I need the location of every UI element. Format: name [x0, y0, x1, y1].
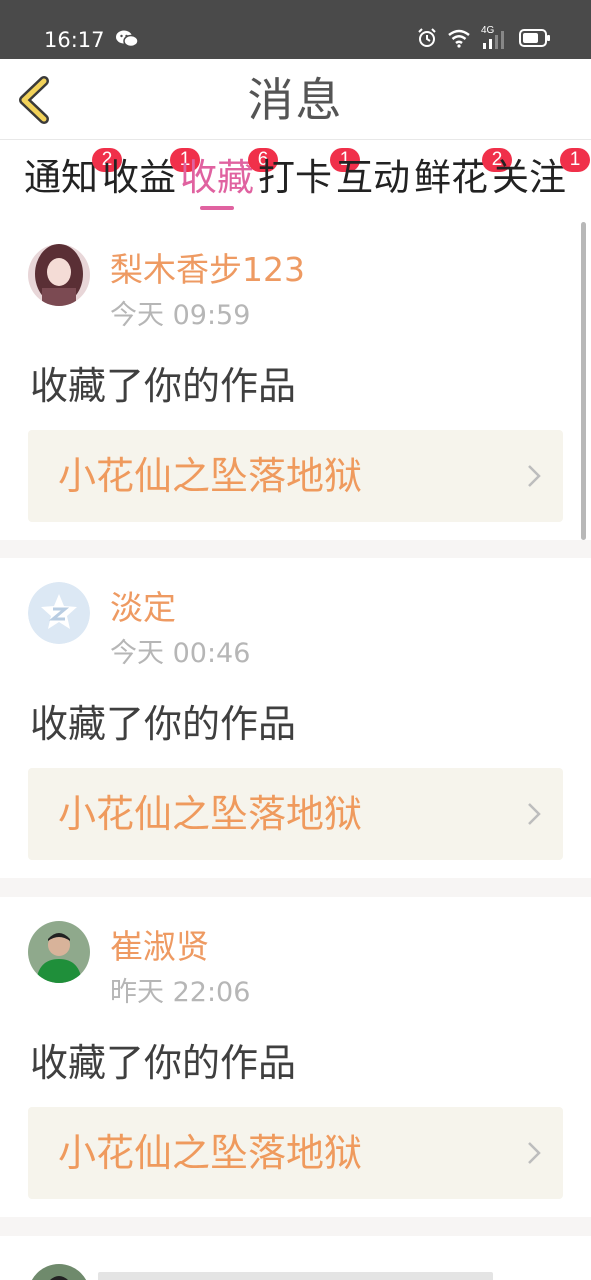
message-card: 梨木香步123 今天 09:59 收藏了你的作品 小花仙之坠落地狱 [0, 220, 591, 540]
avatar[interactable] [28, 582, 90, 644]
chevron-right-icon [528, 803, 541, 825]
work-title: 小花仙之坠落地狱 [58, 1131, 363, 1175]
timestamp: 今天 00:46 [110, 638, 251, 669]
message-card: 淡定 今天 00:46 收藏了你的作品 小花仙之坠落地狱 [0, 558, 591, 878]
timestamp: 今天 09:59 [110, 300, 251, 331]
action-text: 收藏了你的作品 [30, 1041, 297, 1085]
alarm-icon [417, 28, 437, 52]
tab-label: 收益 [102, 156, 176, 199]
page-title: 消息 [247, 73, 344, 127]
chevron-right-icon [528, 465, 541, 487]
tab-label: 关注 [492, 156, 566, 199]
tab-label: 鲜花 [414, 156, 488, 199]
tab-interactions[interactable]: 互动 [336, 156, 410, 218]
tab-label: 通知 [24, 156, 98, 199]
message-card-partial [0, 1236, 591, 1280]
tab-favorites[interactable]: 6 收藏 [180, 148, 278, 218]
tabs-bar: 2 通知 1 收益 6 收藏 1 打卡 互动 2 鲜花 1 关注 [0, 140, 591, 220]
wechat-icon [116, 29, 139, 53]
cellular-signal-icon: 4G [481, 25, 509, 51]
tab-label: 打卡 [258, 156, 332, 199]
work-title: 小花仙之坠落地狱 [58, 454, 363, 498]
work-link[interactable]: 小花仙之坠落地狱 [28, 1107, 563, 1199]
username[interactable]: 崔淑贤 [110, 927, 209, 967]
avatar[interactable] [28, 244, 90, 306]
loading-placeholder [98, 1272, 493, 1280]
tab-badge: 1 [560, 148, 590, 172]
tab-label: 互动 [336, 156, 410, 199]
work-link[interactable]: 小花仙之坠落地狱 [28, 430, 563, 522]
status-icons: 4G [417, 25, 551, 53]
username[interactable]: 淡定 [110, 588, 176, 628]
tab-earnings[interactable]: 1 收益 [102, 148, 200, 218]
avatar[interactable] [28, 921, 90, 983]
tab-following[interactable]: 1 关注 [492, 148, 590, 218]
tab-label: 收藏 [180, 156, 254, 199]
avatar[interactable] [28, 1264, 90, 1280]
work-title: 小花仙之坠落地狱 [58, 792, 363, 836]
chevron-right-icon [528, 1142, 541, 1164]
status-bar: 16:17 4G [0, 0, 591, 59]
wifi-icon [447, 28, 471, 52]
battery-icon [519, 28, 551, 52]
active-tab-indicator [200, 206, 234, 210]
username[interactable]: 梨木香步123 [110, 250, 305, 290]
action-text: 收藏了你的作品 [30, 702, 297, 746]
scrollbar[interactable] [581, 222, 586, 540]
tab-notifications[interactable]: 2 通知 [24, 148, 122, 218]
tab-check-in[interactable]: 1 打卡 [258, 148, 360, 218]
message-card: 崔淑贤 昨天 22:06 收藏了你的作品 小花仙之坠落地狱 [0, 897, 591, 1217]
action-text: 收藏了你的作品 [30, 364, 297, 408]
timestamp: 昨天 22:06 [110, 977, 251, 1008]
nav-bar: 消息 [0, 59, 591, 140]
status-time: 16:17 [44, 28, 105, 52]
work-link[interactable]: 小花仙之坠落地狱 [28, 768, 563, 860]
tab-flowers[interactable]: 2 鲜花 [414, 148, 512, 218]
